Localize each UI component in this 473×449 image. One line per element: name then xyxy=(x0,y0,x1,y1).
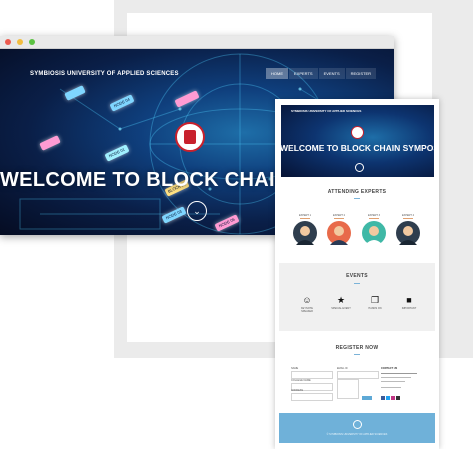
nav-events[interactable]: EVENTS xyxy=(318,68,345,79)
contact-line xyxy=(381,377,411,378)
event-item[interactable]: ■ IMPORTANT xyxy=(399,295,419,310)
avatar xyxy=(396,221,420,245)
browser-titlebar xyxy=(0,36,394,49)
avatar xyxy=(293,221,317,245)
event-label: KEYNOTE SPEAKER xyxy=(301,307,313,313)
experts-title: ATTENDING EXPERTS xyxy=(327,189,387,195)
address-field[interactable] xyxy=(291,393,333,401)
expert-label: EXPERT 2 xyxy=(333,214,345,217)
minimize-dot-icon[interactable] xyxy=(17,39,23,45)
instagram-icon[interactable] xyxy=(391,396,395,400)
copy-icon: ❐ xyxy=(370,295,380,305)
preview-headline: WELCOME TO BLOCK CHAIN SYMPOSIUM xyxy=(281,143,434,153)
person-icon xyxy=(330,226,348,245)
hero-headline: WELCOME TO BLOCK CHAIN xyxy=(0,169,290,191)
email-field[interactable] xyxy=(337,371,379,379)
footer: © SYMBIOSIS UNIVERSITY OF APPLIED SCIENC… xyxy=(279,413,435,443)
university-logo xyxy=(175,122,205,152)
options-box[interactable] xyxy=(337,379,359,399)
close-dot-icon[interactable] xyxy=(5,39,11,45)
section-divider xyxy=(354,354,360,355)
contact-line xyxy=(381,387,401,388)
expert-card[interactable]: EXPERT 2 xyxy=(324,211,354,249)
nav-register[interactable]: REGISTER xyxy=(345,68,377,79)
section-divider xyxy=(354,283,360,284)
page-preview: SYMBIOSIS UNIVERSITY OF APPLIED SCIENCES… xyxy=(275,99,439,449)
nav-home[interactable]: HOME xyxy=(266,68,288,79)
contact-title: CONTACT US xyxy=(381,367,398,370)
name-field[interactable] xyxy=(291,371,333,379)
expert-card[interactable]: EXPERT 4 xyxy=(393,211,423,249)
twitter-icon[interactable] xyxy=(386,396,390,400)
divider xyxy=(369,218,379,219)
preview-hero: SYMBIOSIS UNIVERSITY OF APPLIED SCIENCES… xyxy=(281,105,434,177)
expert-label: EXPERT 3 xyxy=(368,214,380,217)
event-label: SPECIAL EVENT xyxy=(331,307,351,310)
expert-label: EXPERT 4 xyxy=(402,214,414,217)
register-title: REGISTER NOW xyxy=(335,345,379,351)
avatar xyxy=(362,221,386,245)
section-divider xyxy=(354,198,360,199)
event-item[interactable]: ☺ KEYNOTE SPEAKER xyxy=(297,295,317,313)
avatar xyxy=(327,221,351,245)
expert-card[interactable]: EXPERT 1 xyxy=(290,211,320,249)
preview-chevron-down-icon[interactable] xyxy=(355,163,364,172)
form-label: COLLEGE NAME xyxy=(291,379,311,382)
contact-line xyxy=(381,381,405,382)
chevron-up-icon[interactable] xyxy=(353,420,362,429)
chevron-down-icon[interactable]: ⌄ xyxy=(187,201,207,221)
social-icon[interactable] xyxy=(396,396,400,400)
divider xyxy=(403,218,413,219)
smiley-icon: ☺ xyxy=(302,295,312,305)
preview-site-title: SYMBIOSIS UNIVERSITY OF APPLIED SCIENCES xyxy=(291,109,362,113)
person-icon xyxy=(296,226,314,245)
maximize-dot-icon[interactable] xyxy=(29,39,35,45)
expert-card[interactable]: EXPERT 3 xyxy=(359,211,389,249)
form-label: EMAIL ID xyxy=(337,367,348,370)
nav-experts[interactable]: EXPERTS xyxy=(289,68,318,79)
person-icon xyxy=(399,226,417,245)
event-item[interactable]: ★ SPECIAL EVENT xyxy=(331,295,351,310)
events-section: EVENTS ☺ KEYNOTE SPEAKER ★ SPECIAL EVENT… xyxy=(279,263,435,331)
star-icon: ★ xyxy=(336,295,346,305)
form-label: ADDRESS xyxy=(291,389,304,392)
divider xyxy=(300,218,310,219)
event-item[interactable]: ❐ HANDS ON xyxy=(365,295,385,310)
top-nav: HOME EXPERTS EVENTS REGISTER xyxy=(266,68,377,79)
preview-logo xyxy=(351,126,364,139)
expert-label: EXPERT 1 xyxy=(299,214,311,217)
event-label: HANDS ON xyxy=(368,307,382,310)
events-title: EVENTS xyxy=(346,273,368,279)
divider xyxy=(334,218,344,219)
event-label: IMPORTANT xyxy=(401,307,417,310)
alert-icon: ■ xyxy=(406,295,412,305)
form-label: NAME xyxy=(291,367,299,370)
register-form: NAME EMAIL ID COLLEGE NAME ADDRESS CONTA… xyxy=(289,367,425,403)
register-button[interactable] xyxy=(362,396,372,400)
facebook-icon[interactable] xyxy=(381,396,385,400)
contact-line xyxy=(381,373,417,374)
site-title: SYMBIOSIS UNIVERSITY OF APPLIED SCIENCES xyxy=(30,71,179,77)
footer-text: © SYMBIOSIS UNIVERSITY OF APPLIED SCIENC… xyxy=(326,433,388,436)
person-icon xyxy=(365,226,383,245)
